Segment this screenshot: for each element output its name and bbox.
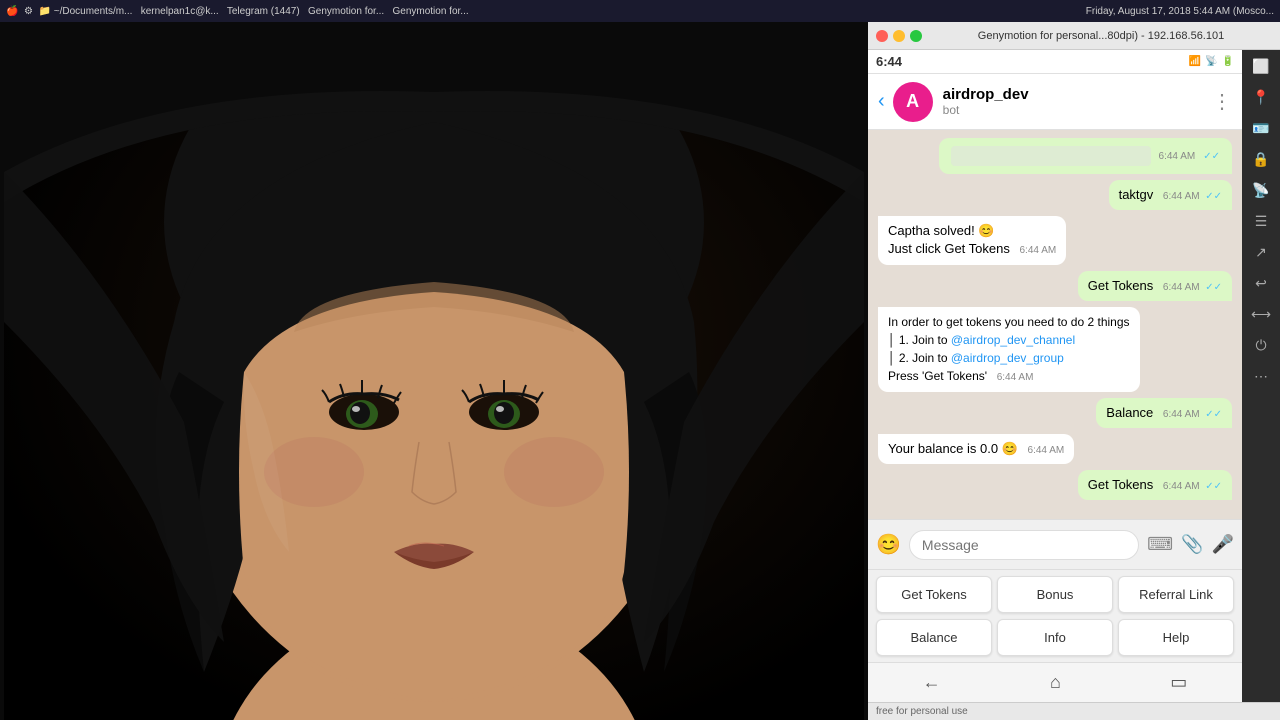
message-input[interactable] [909,530,1139,560]
message-captha: Captha solved! 😊Just click Get Tokens 6:… [878,216,1066,264]
blurred-message: 6:44 AM ✓✓ [939,138,1232,174]
sidebar-more-icon[interactable]: ⋯ [1254,368,1268,385]
emoji-button[interactable]: 😊 [876,532,901,557]
keyboard-icon[interactable]: ⌨ [1147,534,1173,555]
android-statusbar: 6:44 📶 📡 🔋 [868,50,1242,74]
sidebar-share-icon[interactable]: ↗ [1255,244,1267,261]
message-taktgv: taktgv 6:44 AM ✓✓ [1109,180,1232,210]
back-nav-button[interactable]: ← [923,672,941,693]
bonus-button[interactable]: Bonus [997,576,1113,613]
sidebar-resize-icon[interactable]: ⟷ [1251,306,1271,323]
msg-text: Get Tokens [1088,477,1154,492]
os-topbar: 🍎 ⚙ 📁 ~/Documents/m... kernelpan1c@k... … [0,0,1280,22]
message-balance: Balance 6:44 AM ✓✓ [1096,398,1232,428]
balance-button[interactable]: Balance [876,619,992,656]
blurred-text [951,146,1151,166]
recent-nav-button[interactable]: ▭ [1170,672,1187,693]
statusbar-icons: 📶 📡 🔋 [1189,56,1234,67]
android-navbar: ← ⌂ ▭ [868,662,1242,702]
wifi-icon: 📶 [1189,56,1201,67]
avatar: A [893,82,933,122]
os-taskbar-items: 🍎 ⚙ 📁 ~/Documents/m... kernelpan1c@k... … [6,6,469,17]
sidebar-id-icon[interactable]: 🪪 [1252,120,1269,137]
sidebar-list-icon[interactable]: ☰ [1255,213,1268,230]
chat-status: bot [943,103,1212,117]
minimize-window-btn[interactable] [893,30,905,42]
msg-text: Balance [1106,405,1153,420]
message-get-tokens-1: Get Tokens 6:44 AM ✓✓ [1078,271,1232,301]
window-controls[interactable] [876,30,922,42]
msg-press: Press 'Get Tokens' [888,369,987,383]
genymotion-window: Genymotion for personal...80dpi) - 192.1… [868,22,1280,720]
statusbar-time: 6:44 [876,54,902,69]
phone-screen: 6:44 📶 📡 🔋 ‹ A airdrop_dev bot [868,50,1242,702]
signal-icon: 📡 [1205,56,1217,67]
os-datetime: Friday, August 17, 2018 5:44 AM (Mosco..… [1086,6,1274,17]
mic-icon[interactable]: 🎤 [1212,534,1234,555]
genymotion-sidebar: ⬜ 📍 🪪 🔒 📡 ☰ ↗ ↩ ⟷ ⏻ ⋯ [1242,50,1280,702]
message-get-tokens-2: Get Tokens 6:44 AM ✓✓ [1078,470,1232,500]
msg-text: taktgv [1119,187,1154,202]
maximize-window-btn[interactable] [910,30,922,42]
attach-icon[interactable]: 📎 [1181,534,1203,555]
input-icons: ⌨ 📎 🎤 [1147,534,1234,555]
chat-menu-button[interactable]: ⋮ [1212,89,1232,114]
sidebar-lock-icon[interactable]: 🔒 [1252,151,1269,168]
msg-text: In order to get tokens you need to do 2 … [888,315,1130,329]
battery-icon: 🔋 [1222,56,1234,67]
help-button[interactable]: Help [1118,619,1234,656]
genymotion-footer: free for personal use [868,702,1280,720]
sidebar-display-icon[interactable]: ⬜ [1252,58,1269,75]
msg-join2: │ 2. Join to @airdrop_dev_group [888,351,1064,365]
close-window-btn[interactable] [876,30,888,42]
genymotion-titlebar: Genymotion for personal...80dpi) - 192.1… [868,22,1280,50]
msg-join1: │ 1. Join to @airdrop_dev_channel [888,333,1075,347]
chat-messages[interactable]: 6:44 AM ✓✓ taktgv 6:44 AM ✓✓ Captha solv… [868,130,1242,519]
message-input-area: 😊 ⌨ 📎 🎤 [868,519,1242,569]
chat-header: ‹ A airdrop_dev bot ⋮ [868,74,1242,130]
sidebar-back-icon[interactable]: ↩ [1255,275,1267,292]
sidebar-gps-icon[interactable]: 📍 [1252,89,1269,106]
face-svg [0,22,868,720]
os-taskbar-right: Friday, August 17, 2018 5:44 AM (Mosco..… [1086,6,1274,17]
left-decorative-panel [0,22,868,720]
msg-text: Get Tokens [1088,278,1154,293]
sidebar-rss-icon[interactable]: 📡 [1252,182,1269,199]
chat-info: airdrop_dev bot [943,86,1212,117]
footer-text: free for personal use [876,706,968,717]
message-in-order: In order to get tokens you need to do 2 … [878,307,1140,392]
get-tokens-button[interactable]: Get Tokens [876,576,992,613]
home-nav-button[interactable]: ⌂ [1050,672,1061,693]
bot-keyboard-row1: Get Tokens Bonus Referral Link [868,569,1242,619]
message-balance-value: Your balance is 0.0 😊 6:44 AM [878,434,1074,464]
msg-text: Captha solved! 😊Just click Get Tokens [888,223,1010,256]
msg-text: Your balance is 0.0 😊 [888,441,1018,456]
back-button[interactable]: ‹ [878,90,885,113]
sidebar-power-icon[interactable]: ⏻ [1255,337,1266,354]
os-taskbar-left: 🍎 ⚙ 📁 ~/Documents/m... kernelpan1c@k... … [6,6,469,17]
chat-name: airdrop_dev [943,86,1212,103]
genymotion-title: Genymotion for personal...80dpi) - 192.1… [930,30,1272,42]
referral-link-button[interactable]: Referral Link [1118,576,1234,613]
info-button[interactable]: Info [997,619,1113,656]
bot-keyboard-row2: Balance Info Help [868,619,1242,662]
